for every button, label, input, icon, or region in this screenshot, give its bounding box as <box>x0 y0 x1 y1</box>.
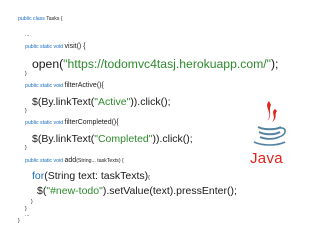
open-url-line: open("https://todomvc4tasj.herokuapp.com… <box>32 58 278 70</box>
click-completed-end: )).click(); <box>152 133 193 145</box>
click-completed-pre: $(By.linkText( <box>32 133 95 145</box>
for-loop-header: (String text: taskTexts) <box>44 170 149 182</box>
filter-active-declaration: public static void filterActive(){ <box>25 82 104 89</box>
open-url-string: "https://todomvc4tasj.herokuapp.com/" <box>63 57 271 71</box>
java-wordmark: Java <box>250 150 283 167</box>
filter-completed-tail: (){ <box>111 119 119 126</box>
add-method-declaration: public static void add(String... taskTex… <box>25 157 124 164</box>
filter-active-tail: (){ <box>96 82 104 89</box>
class-keywords: public class <box>18 16 45 22</box>
closing-brace: } <box>18 218 20 224</box>
completed-string: "Completed" <box>94 133 153 145</box>
for-loop-line: for(String text: taskTexts){ <box>32 171 150 182</box>
filter-active-name: filterActive <box>64 82 97 89</box>
add-modifiers: public static void <box>25 158 64 164</box>
open-call-end: ); <box>271 57 279 71</box>
class-declaration: public class Tasks { <box>18 16 63 22</box>
new-todo-selector: "#new-todo" <box>46 185 103 197</box>
closing-brace: } <box>25 71 27 77</box>
filter-active-modifiers: public static void <box>25 83 64 89</box>
filter-completed-declaration: public static void filterCompleted(){ <box>25 119 119 126</box>
click-active-pre: $(By.linkText( <box>32 96 95 108</box>
new-todo-line: $("#new-todo").setValue(text).pressEnter… <box>37 186 237 197</box>
filter-completed-name: filterCompleted <box>64 119 112 126</box>
class-name: Tasks { <box>46 16 63 22</box>
visit-method-name: visit <box>64 43 77 50</box>
click-completed-line: $(By.linkText("Completed")).click(); <box>32 134 193 145</box>
filter-completed-modifiers: public static void <box>25 120 64 126</box>
visit-modifiers: public static void <box>25 44 64 50</box>
click-active-line: $(By.linkText("Active")).click(); <box>32 97 171 108</box>
add-method-name: add <box>64 157 77 164</box>
active-string: "Active" <box>94 96 131 108</box>
closing-brace: } <box>25 108 27 114</box>
new-todo-end: ).setValue(text).pressEnter(); <box>102 185 237 197</box>
ellipsis-top: ... <box>25 32 30 38</box>
add-method-tail: (String... taskTexts) { <box>76 158 124 164</box>
for-keyword: for <box>32 170 45 182</box>
visit-method-tail: () { <box>76 43 86 50</box>
click-active-end: )).click(); <box>130 96 171 108</box>
open-call: open( <box>32 57 64 71</box>
visit-method-declaration: public static void visit() { <box>25 43 86 50</box>
closing-brace: } <box>25 145 27 151</box>
closing-brace: } <box>31 199 33 205</box>
for-loop-brace: { <box>148 175 150 181</box>
new-todo-pre: $( <box>37 185 47 197</box>
ellipsis-bottom: ... <box>25 212 30 218</box>
